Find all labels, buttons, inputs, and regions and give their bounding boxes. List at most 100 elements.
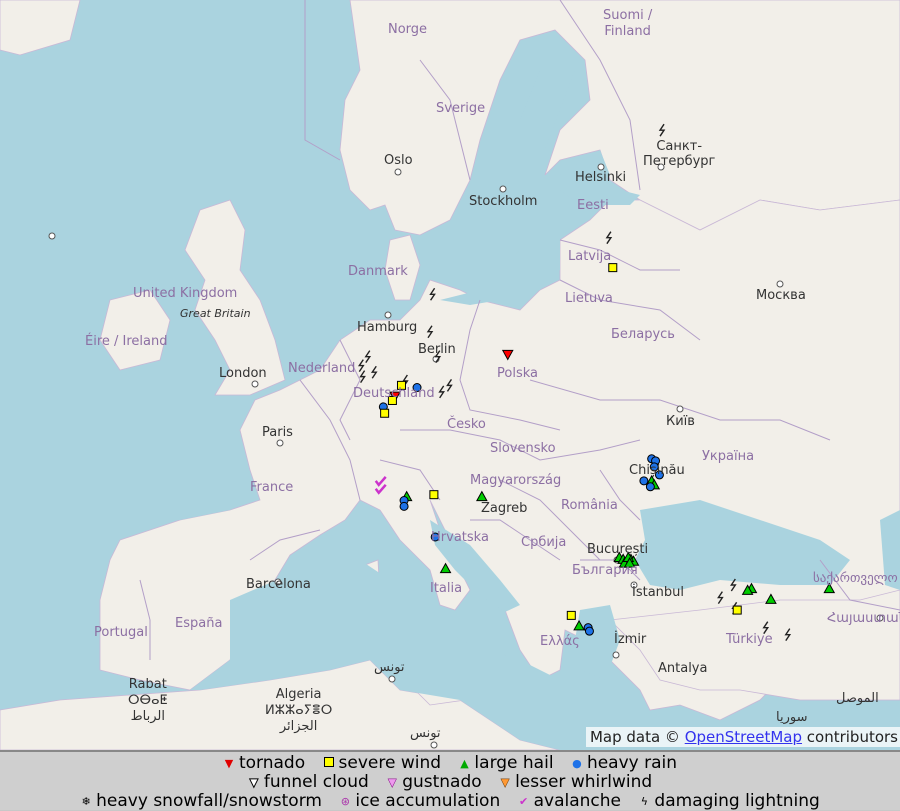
legend-label: heavy rain <box>586 753 678 773</box>
label-london: London <box>219 366 267 381</box>
label-algeria: Algeria ⵍⵣⵣⴰⵢⴻⵔ الجزائر <box>265 687 333 734</box>
heavy-rain-marker[interactable] <box>584 626 594 636</box>
label-sweden: Sverige <box>436 101 486 116</box>
label-bulgaria: България <box>572 563 638 578</box>
label-spb: Санкт- Петербург <box>643 139 716 169</box>
label-istanbul: İstanbul <box>632 585 685 600</box>
label-uk: United Kingdom <box>133 286 238 301</box>
lesser-whirlwind-icon: ▼ <box>500 776 510 790</box>
ice-accumulation-icon: ⊛ <box>340 795 350 808</box>
label-spain: España <box>175 616 223 631</box>
legend-label: damaging lightning <box>654 791 820 811</box>
heavy-rain-marker[interactable] <box>645 482 655 492</box>
label-belarus: Беларусь <box>611 327 675 342</box>
tornado-icon: ▼ <box>224 757 234 770</box>
label-tunis: تونس <box>410 726 441 741</box>
label-tunisia: تونس <box>374 660 405 675</box>
label-ukraine: Україна <box>702 449 755 464</box>
label-norway: Norge <box>388 22 428 37</box>
label-moscow: Москва <box>756 288 806 303</box>
label-iraq: الموصل <box>836 691 879 706</box>
label-denmark: Danmark <box>348 264 408 279</box>
legend-label: avalanche <box>533 791 622 811</box>
label-barcelona: Barcelona <box>246 577 311 592</box>
severe-wind-marker[interactable] <box>732 605 742 615</box>
label-antalya: Antalya <box>658 661 708 676</box>
label-estonia: Eesti <box>577 198 609 213</box>
legend-item-lightning: ϟ damaging lightning <box>638 791 820 811</box>
label-oslo: Oslo <box>384 153 413 168</box>
label-morocco: Rabat ⵔⴱⴰⵟ الرباط <box>128 677 168 724</box>
legend-label: ice accumulation <box>355 791 501 811</box>
label-italy: Italia <box>430 581 463 596</box>
label-germany: Deutschland <box>353 386 435 401</box>
label-izmir: İzmir <box>614 632 647 647</box>
legend-item-ice: ⊛ ice accumulation <box>339 792 500 811</box>
label-czechia: Česko <box>447 417 486 432</box>
snowflake-icon: ❄ <box>81 795 91 808</box>
label-portugal: Portugal <box>94 625 148 640</box>
severe-wind-marker[interactable] <box>380 408 390 418</box>
legend-row-2: ▼ funnel cloud ▼ gustnado ▼ lesser whirlwin… <box>0 773 900 791</box>
legend-item-large-hail: ▲ large hail <box>458 754 553 773</box>
label-paris: Paris <box>262 425 293 440</box>
large-hail-icon: ▲ <box>460 757 469 770</box>
label-slovakia: Slovensko <box>490 441 556 456</box>
legend-item-heavy-rain: ● heavy rain <box>571 754 677 773</box>
label-france: France <box>250 480 294 495</box>
label-great-britain: Great Britain <box>180 307 251 320</box>
label-hungary: Magyarország <box>470 473 562 488</box>
label-syria: سوريا <box>776 710 808 725</box>
legend-label: funnel cloud <box>263 772 369 792</box>
label-chisinau: Chișinău <box>629 463 685 478</box>
legend-item-snowfall: ❄ heavy snowfall/snowstorm <box>80 792 322 811</box>
label-armenia: Հայաստան <box>827 611 900 626</box>
heavy-rain-marker[interactable] <box>639 476 649 486</box>
legend-item-severe-wind: severe wind <box>323 753 442 773</box>
label-poland: Polska <box>497 366 538 381</box>
severe-wind-marker[interactable] <box>608 263 618 273</box>
label-netherlands: Nederland <box>288 361 356 376</box>
legend-label: tornado <box>238 753 306 773</box>
label-kyiv: Київ <box>666 414 695 429</box>
legend-item-gustnado: ▼ gustnado <box>386 772 482 792</box>
funnel-cloud-icon: ▼ <box>249 776 259 790</box>
legend-item-funnel-cloud: ▼ funnel cloud <box>248 773 369 792</box>
legend-label: severe wind <box>338 753 442 773</box>
legend-item-lesser-whirlwind: ▼ lesser whirlwind <box>499 772 653 792</box>
label-helsinki: Helsinki <box>575 170 627 185</box>
legend-item-avalanche: ✔ avalanche <box>518 792 621 811</box>
severe-wind-marker[interactable] <box>566 610 576 620</box>
gustnado-icon: ▼ <box>387 776 397 790</box>
label-bucuresti: București <box>587 542 649 557</box>
legend-label: large hail <box>474 753 554 773</box>
severe-wind-marker[interactable] <box>429 490 439 500</box>
label-zagreb: Zagreb <box>481 501 528 516</box>
map-canvas[interactable]: Suomi / Finland Norge Sverige Eesti Latv… <box>0 0 900 750</box>
label-stockholm: Stockholm <box>469 194 538 209</box>
legend-label: gustnado <box>402 772 482 792</box>
heavy-rain-marker[interactable] <box>399 501 409 511</box>
legend: ▼ tornado severe wind ▲ large hail ● heavy … <box>0 750 900 810</box>
label-ireland: Éire / Ireland <box>85 334 168 349</box>
attribution-suffix: contributors <box>802 728 898 746</box>
label-hamburg: Hamburg <box>357 320 418 335</box>
avalanche-icon: ✔ <box>519 795 529 808</box>
label-greece: Ελλάς <box>540 634 580 649</box>
osm-link[interactable]: OpenStreetMap <box>685 728 802 746</box>
legend-label: lesser whirlwind <box>515 772 653 792</box>
legend-label: heavy snowfall/snowstorm <box>96 791 322 811</box>
map-attribution: Map data © OpenStreetMap contributors <box>585 727 900 747</box>
attribution-prefix: Map data © <box>589 728 685 746</box>
legend-item-tornado: ▼ tornado <box>223 754 305 773</box>
legend-row-3: ❄ heavy snowfall/snowstorm ⊛ ice accumulat… <box>0 792 900 810</box>
severe-wind-icon <box>323 755 335 773</box>
label-romania: România <box>561 498 618 513</box>
label-croatia: Hrvatska <box>431 530 489 545</box>
label-georgia: საქართველო <box>813 571 898 586</box>
label-lithuania: Lietuva <box>565 291 613 306</box>
label-serbia: Србија <box>521 535 567 550</box>
label-latvia: Latvija <box>568 249 612 264</box>
label-finland: Suomi / Finland <box>603 8 653 39</box>
heavy-rain-icon: ● <box>572 757 582 770</box>
